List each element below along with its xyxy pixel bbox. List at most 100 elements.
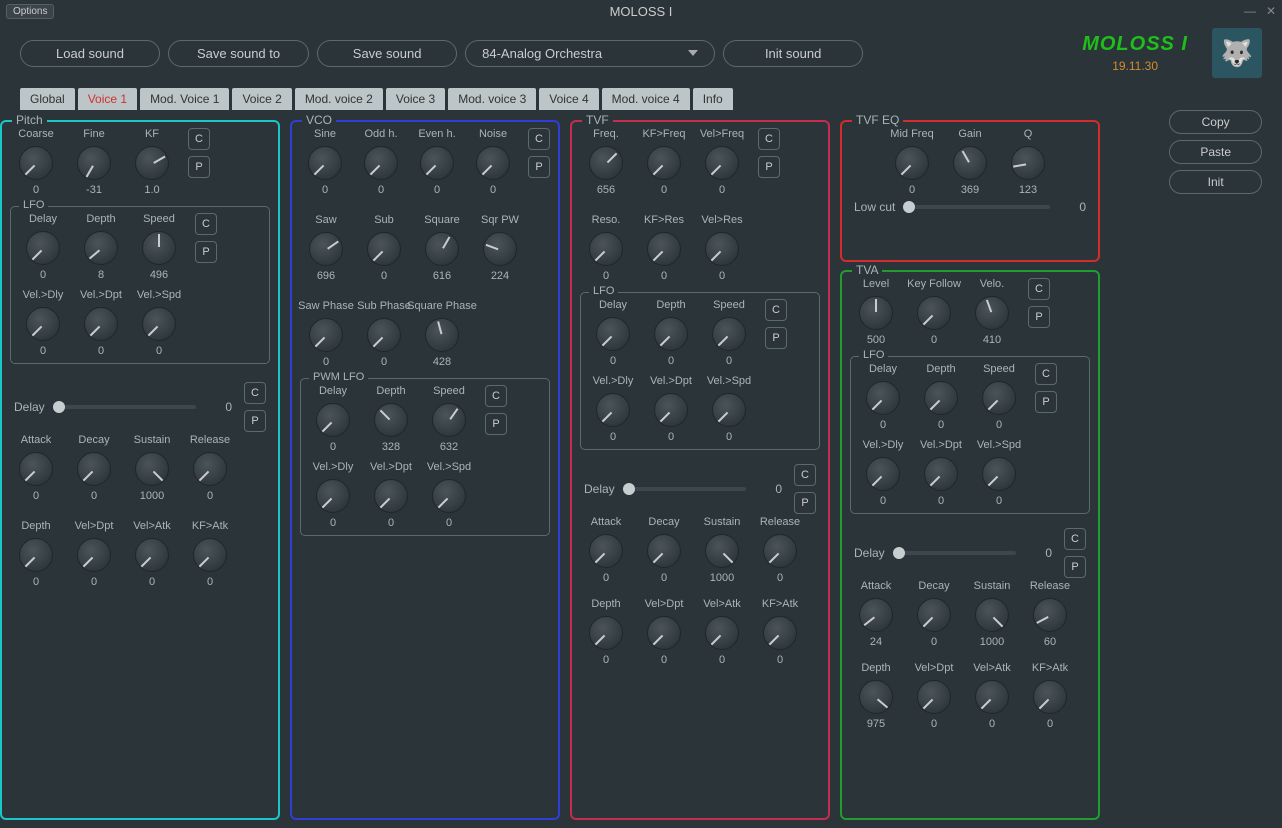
close-icon[interactable]: ✕ <box>1266 4 1276 18</box>
knob-dial[interactable] <box>77 452 111 486</box>
knob-dial[interactable] <box>975 598 1009 632</box>
c-button[interactable]: C <box>1064 528 1086 550</box>
knob-dial[interactable] <box>917 598 951 632</box>
knob-dial[interactable] <box>975 680 1009 714</box>
knob-dial[interactable] <box>1033 680 1067 714</box>
knob-dial[interactable] <box>367 232 401 266</box>
p-button[interactable]: P <box>195 241 217 263</box>
knob-dial[interactable] <box>647 146 681 180</box>
knob-dial[interactable] <box>654 317 688 351</box>
knob-dial[interactable] <box>866 381 900 415</box>
c-button[interactable]: C <box>195 213 217 235</box>
c-button[interactable]: C <box>528 128 550 150</box>
knob-dial[interactable] <box>309 318 343 352</box>
knob-dial[interactable] <box>763 534 797 568</box>
tva-delay-slider[interactable] <box>893 551 1016 555</box>
tab-info[interactable]: Info <box>693 88 733 110</box>
c-button[interactable]: C <box>758 128 780 150</box>
knob-dial[interactable] <box>142 231 176 265</box>
knob-dial[interactable] <box>77 146 111 180</box>
load-sound-button[interactable]: Load sound <box>20 40 160 67</box>
knob-dial[interactable] <box>135 538 169 572</box>
knob-dial[interactable] <box>895 146 929 180</box>
knob-dial[interactable] <box>647 232 681 266</box>
tab-mod-voice-3[interactable]: Mod. voice 3 <box>448 88 536 110</box>
knob-dial[interactable] <box>432 479 466 513</box>
tab-voice-3[interactable]: Voice 3 <box>386 88 445 110</box>
c-button[interactable]: C <box>485 385 507 407</box>
knob-dial[interactable] <box>1011 146 1045 180</box>
knob-dial[interactable] <box>866 457 900 491</box>
p-button[interactable]: P <box>485 413 507 435</box>
tab-voice-2[interactable]: Voice 2 <box>232 88 291 110</box>
p-button[interactable]: P <box>794 492 816 514</box>
p-button[interactable]: P <box>765 327 787 349</box>
minimize-icon[interactable]: — <box>1244 4 1256 18</box>
knob-dial[interactable] <box>975 296 1009 330</box>
save-sound-to-button[interactable]: Save sound to <box>168 40 309 67</box>
tab-mod-voice-4[interactable]: Mod. voice 4 <box>602 88 690 110</box>
c-button[interactable]: C <box>1035 363 1057 385</box>
knob-dial[interactable] <box>917 296 951 330</box>
knob-dial[interactable] <box>84 307 118 341</box>
knob-dial[interactable] <box>432 403 466 437</box>
knob-dial[interactable] <box>982 457 1016 491</box>
knob-dial[interactable] <box>77 538 111 572</box>
knob-dial[interactable] <box>420 146 454 180</box>
init-sound-button[interactable]: Init sound <box>723 40 863 67</box>
preset-select[interactable]: 84-Analog Orchestra <box>465 40 715 67</box>
knob-dial[interactable] <box>19 146 53 180</box>
knob-dial[interactable] <box>917 680 951 714</box>
tab-mod-voice-1[interactable]: Mod. Voice 1 <box>140 88 229 110</box>
knob-dial[interactable] <box>425 232 459 266</box>
knob-dial[interactable] <box>308 146 342 180</box>
knob-dial[interactable] <box>647 616 681 650</box>
c-button[interactable]: C <box>1028 278 1050 300</box>
knob-dial[interactable] <box>924 381 958 415</box>
c-button[interactable]: C <box>244 382 266 404</box>
p-button[interactable]: P <box>528 156 550 178</box>
c-button[interactable]: C <box>765 299 787 321</box>
p-button[interactable]: P <box>1064 556 1086 578</box>
knob-dial[interactable] <box>374 479 408 513</box>
p-button[interactable]: P <box>758 156 780 178</box>
knob-dial[interactable] <box>316 403 350 437</box>
p-button[interactable]: P <box>1028 306 1050 328</box>
knob-dial[interactable] <box>596 317 630 351</box>
knob-dial[interactable] <box>647 534 681 568</box>
knob-dial[interactable] <box>19 452 53 486</box>
tab-global[interactable]: Global <box>20 88 75 110</box>
knob-dial[interactable] <box>483 232 517 266</box>
p-button[interactable]: P <box>1035 391 1057 413</box>
knob-dial[interactable] <box>596 393 630 427</box>
c-button[interactable]: C <box>188 128 210 150</box>
knob-dial[interactable] <box>26 231 60 265</box>
knob-dial[interactable] <box>135 146 169 180</box>
knob-dial[interactable] <box>589 534 623 568</box>
knob-dial[interactable] <box>425 318 459 352</box>
knob-dial[interactable] <box>705 534 739 568</box>
knob-dial[interactable] <box>374 403 408 437</box>
c-button[interactable]: C <box>794 464 816 486</box>
knob-dial[interactable] <box>589 146 623 180</box>
knob-dial[interactable] <box>193 452 227 486</box>
init-button[interactable]: Init <box>1169 170 1262 194</box>
copy-button[interactable]: Copy <box>1169 110 1262 134</box>
knob-dial[interactable] <box>859 296 893 330</box>
options-button[interactable]: Options <box>6 4 54 19</box>
knob-dial[interactable] <box>712 317 746 351</box>
knob-dial[interactable] <box>924 457 958 491</box>
lowcut-slider[interactable] <box>903 205 1050 209</box>
p-button[interactable]: P <box>244 410 266 432</box>
knob-dial[interactable] <box>654 393 688 427</box>
knob-dial[interactable] <box>364 146 398 180</box>
save-sound-button[interactable]: Save sound <box>317 40 457 67</box>
knob-dial[interactable] <box>1033 598 1067 632</box>
tab-voice-1[interactable]: Voice 1 <box>78 88 137 110</box>
knob-dial[interactable] <box>476 146 510 180</box>
knob-dial[interactable] <box>84 231 118 265</box>
knob-dial[interactable] <box>953 146 987 180</box>
knob-dial[interactable] <box>705 146 739 180</box>
p-button[interactable]: P <box>188 156 210 178</box>
knob-dial[interactable] <box>763 616 797 650</box>
